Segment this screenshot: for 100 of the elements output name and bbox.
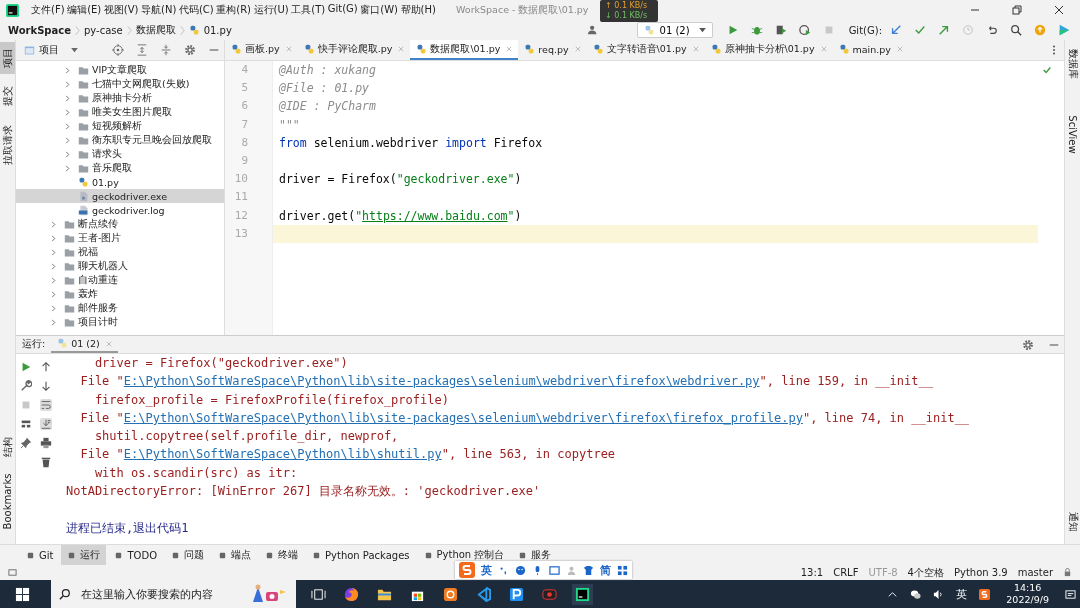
tree-item[interactable]: 邮件服务 (16, 301, 224, 315)
tree-item[interactable]: 衡东职专元旦晚会回放爬取 (16, 133, 224, 147)
breadcrumb[interactable]: WorkSpace (8, 24, 71, 36)
editor-tab[interactable]: 数据爬取\01.py (410, 40, 519, 60)
editor-tab[interactable]: 文字转语音\01.py (586, 40, 705, 60)
menu-item[interactable]: 文件(F) (31, 3, 65, 17)
shirt-icon[interactable] (583, 564, 594, 576)
rerun-icon[interactable] (20, 361, 32, 373)
plugin-logo-icon[interactable] (1058, 24, 1070, 36)
editor-tab[interactable]: main.py (832, 40, 909, 60)
user-icon[interactable] (586, 24, 599, 36)
layout-icon[interactable] (20, 418, 32, 430)
menu-item[interactable]: 编辑(E) (67, 3, 102, 17)
side-tool-tab[interactable]: Bookmarks (0, 465, 15, 538)
menu-item[interactable]: 帮助(H) (400, 3, 436, 17)
up-arrow-icon[interactable] (40, 361, 52, 373)
update-icon[interactable] (1034, 24, 1046, 36)
run-config-dropdown[interactable]: 01 (2) (636, 22, 713, 38)
tree-item[interactable]: 王者-图片 (16, 231, 224, 245)
side-tool-tab[interactable]: 数据库 (1065, 42, 1080, 85)
ide-icon[interactable] (575, 586, 590, 602)
settings-icon[interactable] (1022, 338, 1034, 351)
notification-icon[interactable] (1065, 588, 1076, 600)
settings-icon[interactable] (184, 44, 196, 56)
breadcrumb[interactable]: 01.py (203, 24, 232, 36)
code-editor-icon[interactable] (476, 586, 491, 602)
editor-tab[interactable]: req.py (518, 40, 587, 60)
ime-mode[interactable]: 英 (481, 562, 492, 578)
editor-tab[interactable]: 快手评论爬取.py (297, 40, 411, 60)
update-arrow-icon[interactable] (890, 24, 902, 36)
tree-item[interactable]: geckodriver.exe (16, 189, 224, 203)
windows-start-icon[interactable] (15, 586, 30, 602)
commit-check-icon[interactable] (914, 24, 926, 36)
menu-item[interactable]: Git(G) (327, 3, 358, 17)
tree-item[interactable]: 祝福 (16, 245, 224, 259)
tool-window-tab[interactable]: 问题 (165, 545, 210, 565)
tool-window-tab[interactable]: Git (20, 545, 60, 565)
wrench-icon[interactable] (20, 380, 32, 392)
menu-item[interactable]: 导航(N) (141, 3, 177, 17)
side-tool-tab[interactable]: 结构 (0, 435, 15, 459)
collapse-all-icon[interactable] (160, 44, 172, 56)
close-icon[interactable] (1054, 5, 1064, 15)
panel-toggle-icon[interactable] (8, 568, 17, 577)
search-field[interactable]: 在这里输入你要搜索的内容 (79, 586, 240, 602)
tree-item[interactable]: 原神抽卡分析 (16, 91, 224, 105)
scroll-to-end-icon[interactable] (40, 418, 52, 430)
speaker-icon[interactable] (933, 588, 945, 600)
run-tab[interactable]: 01 (2) (51, 336, 118, 353)
menu-item[interactable]: 重构(R) (216, 3, 251, 17)
status-item[interactable]: 4个空格 (907, 565, 944, 580)
undo-icon[interactable] (986, 24, 998, 36)
pin-icon[interactable] (20, 437, 32, 449)
status-item[interactable]: Python 3.9 (954, 567, 1008, 578)
print-icon[interactable] (40, 437, 52, 449)
menu-item[interactable]: 视图(V) (103, 3, 139, 17)
ime-logo-icon[interactable] (979, 588, 991, 600)
input-language[interactable]: 英 (956, 586, 968, 602)
side-tool-tab[interactable]: 提交 (0, 80, 15, 112)
breadcrumb[interactable]: py-case (83, 24, 123, 36)
menu-item[interactable]: 窗口(W) (360, 3, 398, 17)
status-item[interactable]: CRLF (833, 567, 859, 578)
trash-icon[interactable] (40, 456, 52, 468)
app-logo-icon[interactable] (6, 3, 19, 17)
tool-window-tab[interactable]: TODO (108, 545, 163, 565)
keyboard-icon[interactable] (549, 564, 560, 576)
tree-item[interactable]: geckodriver.log (16, 203, 224, 217)
video-recorder-icon[interactable] (542, 586, 557, 602)
menu-item[interactable]: 运行(U) (253, 3, 289, 17)
side-tool-tab[interactable]: 拉取请求 (0, 118, 15, 172)
side-tool-tab[interactable]: SciView (1065, 91, 1080, 178)
tool-window-tab[interactable]: 终端 (259, 545, 304, 565)
profile-icon[interactable] (798, 24, 811, 36)
tree-item[interactable]: 短视频解析 (16, 119, 224, 133)
browser-icon[interactable] (344, 586, 359, 602)
coverage-icon[interactable] (774, 24, 787, 36)
app-icon[interactable] (509, 586, 524, 602)
side-tool-tab[interactable]: 通知 (1065, 506, 1080, 538)
tool-window-tab[interactable]: Python 控制台 (417, 545, 511, 565)
status-item[interactable]: master (1017, 567, 1053, 578)
locate-icon[interactable] (112, 44, 124, 56)
ime-script[interactable]: 简 (600, 562, 611, 578)
side-tool-tab[interactable]: 项目 (0, 42, 15, 74)
tree-item[interactable]: 自动重连 (16, 273, 224, 287)
tree-item[interactable]: 聊天机器人 (16, 259, 224, 273)
panel-title[interactable]: 项目 (39, 43, 59, 57)
editor-tab[interactable]: 原神抽卡分析\01.py (704, 40, 833, 60)
status-item[interactable]: 13:1 (800, 567, 824, 578)
tree-item[interactable]: 项目计时 (16, 315, 224, 329)
tool-window-tab[interactable]: 运行 (61, 545, 107, 565)
tool-window-tab[interactable]: 端点 (212, 545, 257, 565)
tree-item[interactable]: 01.py (16, 175, 224, 189)
tool-window-tab[interactable]: 服务 (512, 545, 558, 565)
tree-item[interactable]: 音乐爬取 (16, 161, 224, 175)
menu-item[interactable]: 工具(T) (291, 3, 326, 17)
grid-icon[interactable] (617, 564, 628, 576)
app-icon[interactable] (443, 586, 458, 602)
soft-wrap-icon[interactable] (40, 399, 52, 411)
lock-icon[interactable] (1063, 568, 1072, 577)
breadcrumb[interactable]: 数据爬取 (135, 23, 176, 37)
tree-item[interactable]: VIP文章爬取 (16, 63, 224, 77)
